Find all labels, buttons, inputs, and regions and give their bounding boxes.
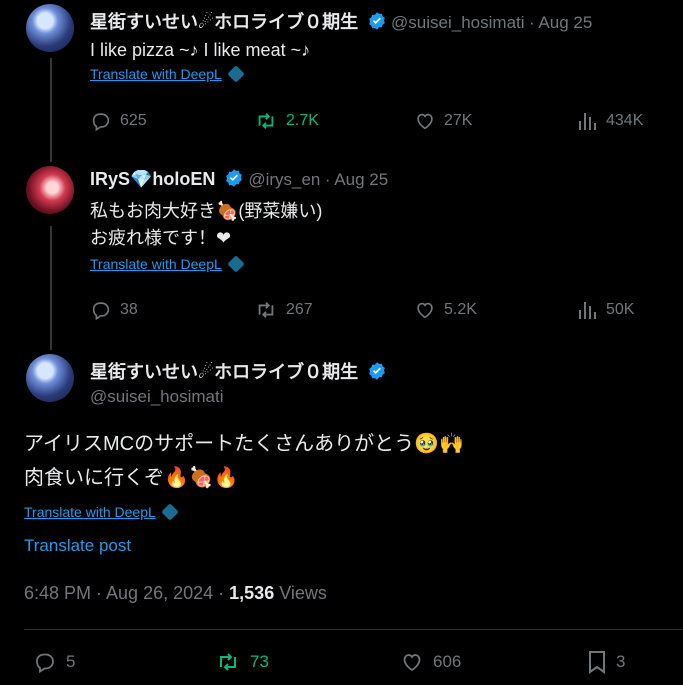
repost-icon — [258, 302, 274, 318]
deepl-link[interactable]: Translate with DeepL — [24, 504, 156, 520]
reply-count: 5 — [66, 652, 76, 671]
display-name[interactable]: 星街すいせい☄ホロライブ０期生 — [90, 12, 358, 32]
deepl-icon — [226, 65, 245, 83]
reply-button[interactable]: 5 — [32, 650, 75, 674]
view-count: 1,536 — [229, 583, 275, 603]
analytics-icon — [579, 113, 596, 130]
reply-count: 38 — [120, 301, 138, 318]
deepl-icon — [226, 255, 245, 273]
deepl-translate[interactable]: Translate with DeepL — [90, 65, 245, 84]
reply-icon — [92, 113, 110, 132]
avatar[interactable] — [26, 166, 74, 214]
reply-icon — [92, 302, 110, 321]
heart-icon — [403, 654, 421, 672]
like-button[interactable]: 5.2K — [414, 299, 477, 321]
tweet-text: I like pizza ~♪ I like meat ~♪ — [90, 40, 311, 60]
views-button[interactable]: 434K — [578, 110, 643, 132]
thread-line — [50, 58, 52, 162]
tweet-text-line: お疲れ様です！❤ — [90, 228, 232, 248]
like-count: 5.2K — [444, 301, 477, 318]
thread-line — [50, 226, 52, 350]
deepl-translate[interactable]: Translate with DeepL — [90, 255, 245, 274]
analytics-icon — [579, 302, 596, 319]
heart-icon — [417, 113, 433, 130]
display-name[interactable]: 星街すいせい☄ホロライブ０期生 — [90, 362, 358, 382]
repost-count: 267 — [286, 301, 313, 318]
tweet-meta: 6:48 PM · Aug 26, 2024 · 1,536 Views — [24, 583, 327, 604]
deepl-translate[interactable]: Translate with DeepL — [24, 503, 179, 522]
avatar[interactable] — [26, 354, 74, 402]
bookmark-icon — [589, 651, 605, 674]
like-count: 27K — [444, 112, 473, 129]
verified-badge-icon — [367, 11, 387, 36]
repost-icon — [220, 653, 236, 671]
repost-count: 2.7K — [286, 112, 319, 129]
tweet-date[interactable]: · Aug 25 — [529, 13, 592, 32]
repost-count: 73 — [250, 652, 269, 671]
tweet-text-line: 私もお肉大好き🍖(野菜嫌い) — [90, 201, 323, 221]
tweet-header: 星街すいせい☄ホロライブ０期生 @suisei_hosimati · Aug 2… — [90, 8, 592, 36]
views-button[interactable]: 50K — [578, 299, 634, 321]
repost-button[interactable]: 2.7K — [254, 110, 319, 132]
tweet-text-line: 肉食いに行くぞ🔥🍖🔥 — [24, 467, 239, 489]
user-handle[interactable]: @suisei_hosimati — [391, 13, 524, 32]
reply-button[interactable]: 38 — [90, 299, 138, 321]
reply-icon — [36, 653, 54, 674]
verified-badge-icon — [367, 361, 387, 386]
deepl-link[interactable]: Translate with DeepL — [90, 256, 222, 272]
tweet-header: 星街すいせい☄ホロライブ０期生 — [90, 358, 387, 386]
tweet-header: IRyS💎holoEN @irys_en · Aug 25 — [90, 168, 388, 193]
tweet-text-line: アイリスMCのサポートたくさんありがとう🥹🙌 — [24, 433, 464, 455]
verified-badge-icon — [224, 168, 244, 193]
user-handle[interactable]: @suisei_hosimati — [90, 387, 223, 407]
like-button[interactable]: 27K — [414, 110, 472, 132]
tweet-timestamp[interactable]: 6:48 PM · Aug 26, 2024 · — [24, 583, 224, 603]
heart-icon — [417, 302, 433, 319]
tweet-date[interactable]: · Aug 25 — [325, 170, 388, 189]
reply-button[interactable]: 625 — [90, 110, 147, 132]
deepl-link[interactable]: Translate with DeepL — [90, 66, 222, 82]
user-handle[interactable]: @irys_en — [248, 170, 320, 189]
views-count: 50K — [606, 301, 635, 318]
like-count: 606 — [433, 652, 462, 671]
display-name[interactable]: IRyS💎holoEN — [90, 169, 215, 189]
views-count: 434K — [606, 112, 644, 129]
translate-post-link[interactable]: Translate post — [24, 536, 131, 556]
like-button[interactable]: 606 — [399, 650, 461, 674]
divider — [24, 629, 683, 630]
avatar[interactable] — [26, 4, 74, 52]
bookmark-button[interactable]: 3 — [586, 650, 625, 674]
reply-count: 625 — [120, 112, 147, 129]
deepl-icon — [160, 503, 179, 521]
repost-icon — [258, 113, 274, 129]
repost-button[interactable]: 73 — [214, 650, 269, 674]
repost-button[interactable]: 267 — [254, 299, 313, 321]
bookmark-count: 3 — [616, 652, 626, 671]
views-label: Views — [279, 583, 327, 603]
